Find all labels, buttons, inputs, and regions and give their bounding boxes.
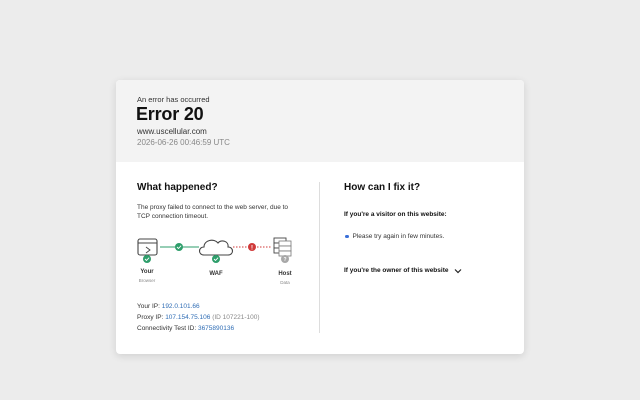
link2-error-marker: ! [251,245,253,251]
browser-icon [137,238,158,256]
chevron-down-icon [455,268,462,273]
host-unknown-marker: ? [283,257,286,263]
proxy-ip-line: Proxy IP: 107.154.75.106 (ID 107221-100) [137,314,260,321]
node-label-waf: WAF [209,271,223,277]
test-id-value[interactable]: 3675890136 [198,325,234,332]
visitor-tip: Please try again in few minutes. [345,233,444,240]
connection-diagram: ! ? Your Browser WAF Host Data [132,233,302,293]
link1-status-icon [175,243,183,251]
node-label-host: Host [278,271,292,277]
owner-section-toggle[interactable]: If you're the owner of this website [344,267,462,274]
error-title: Error 20 [136,104,204,124]
proxy-ip-value[interactable]: 107.154.75.106 [165,314,210,321]
owner-heading: If you're the owner of this website [344,267,449,274]
your-ip-value[interactable]: 192.0.101.66 [162,303,200,310]
node-label-browser: Your [140,269,154,275]
error-description: The proxy failed to connect to the web s… [137,204,289,220]
your-ip-line: Your IP: 192.0.101.66 [137,303,200,310]
proxy-ip-label: Proxy IP: [137,314,164,321]
error-card: An error has occurred Error 20 www.uscel… [116,80,524,354]
server-icon [273,237,292,257]
node-sub-host: Data [280,280,290,285]
error-host: www.uscellular.com [137,127,207,136]
proxy-id: (ID 107221-100) [212,314,260,321]
test-id-label: Connectivity Test ID: [137,325,197,332]
error-header: An error has occurred Error 20 www.uscel… [116,80,524,162]
visitor-tip-text: Please try again in few minutes. [352,233,445,240]
error-timestamp: 2026-06-26 00:46:59 UTC [137,138,230,147]
visitor-heading: If you're a visitor on this website: [344,211,447,218]
column-divider [319,182,320,333]
browser-status-icon [143,255,151,263]
how-fix-heading: How can I fix it? [344,182,421,193]
what-happened-heading: What happened? [137,182,218,193]
waf-status-icon [212,255,220,263]
node-sub-browser: Browser [138,278,156,283]
error-subtitle: An error has occurred [137,95,210,104]
test-id-line: Connectivity Test ID: 3675890136 [137,325,234,332]
your-ip-label: Your IP: [137,303,160,310]
cloud-icon [198,239,234,256]
bullet-icon [345,234,349,239]
